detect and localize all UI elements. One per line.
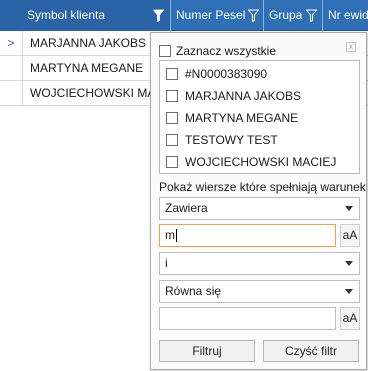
chevron-down-icon	[345, 261, 353, 266]
operator1-dropdown[interactable]: Zawiera	[159, 197, 360, 220]
logic-operator-dropdown[interactable]: i	[159, 252, 360, 275]
checkbox[interactable]	[166, 111, 178, 124]
checkbox[interactable]	[159, 44, 171, 57]
list-item[interactable]: TESTOWY TEST	[166, 130, 278, 150]
cell-symbol[interactable]: MARTYNA MEGANE	[24, 56, 150, 81]
column-filter-popup: Zaznacz wszystkie x #N0000383090 MARJANN…	[150, 32, 367, 370]
chevron-down-icon	[345, 289, 353, 294]
cell-symbol[interactable]: WOJCIECHOWSKI MACI	[24, 81, 150, 106]
column-header-numer-pesel[interactable]: Numer Pesel	[170, 0, 263, 31]
value1-text: m	[165, 228, 175, 242]
value1-input[interactable]: m	[159, 224, 336, 247]
list-item-label: WOJCIECHOWSKI MACIEJ	[185, 155, 337, 169]
column-header-label: Numer Pesel	[176, 8, 246, 22]
column-header-label: Nr ewid	[328, 8, 368, 22]
row-indicator	[0, 81, 23, 106]
list-item[interactable]: #N0000383090	[166, 64, 267, 84]
list-item-label: TESTOWY TEST	[185, 133, 278, 147]
list-item-label: MARTYNA MEGANE	[185, 111, 299, 125]
column-header-label: Symbol klienta	[27, 8, 106, 22]
checkbox[interactable]	[166, 155, 178, 168]
column-header-symbol-klienta[interactable]: Symbol klienta	[0, 0, 170, 31]
filter-active-icon[interactable]	[153, 9, 164, 22]
checkbox[interactable]	[166, 133, 178, 146]
grid-header: Symbol klienta Numer Pesel Grupa Nr ewid	[0, 0, 368, 31]
select-all-checkbox[interactable]: Zaznacz wszystkie	[159, 44, 276, 58]
list-item[interactable]: MARTYNA MEGANE	[166, 108, 298, 128]
filter-button[interactable]: Filtruj	[159, 340, 255, 362]
cell-symbol[interactable]: MARJANNA JAKOBS	[24, 31, 150, 56]
filter-icon[interactable]	[306, 9, 317, 22]
text-caret	[176, 229, 177, 243]
chevron-down-icon	[345, 206, 353, 211]
row-indicator	[0, 56, 23, 81]
list-item-label: MARJANNA JAKOBS	[185, 89, 302, 103]
match-case-button-2[interactable]: aA	[340, 307, 360, 330]
list-item[interactable]: MARJANNA JAKOBS	[166, 86, 301, 106]
column-header-label: Grupa	[269, 8, 303, 22]
operator2-value: Równa się	[165, 284, 222, 298]
checkbox[interactable]	[166, 89, 178, 102]
clear-filter-button[interactable]: Czyść filtr	[263, 340, 359, 362]
operator1-value: Zawiera	[165, 201, 208, 215]
distinct-values-list: #N0000383090 MARJANNA JAKOBS MARTYNA MEG…	[159, 60, 360, 174]
column-header-nr-ewid[interactable]: Nr ewid	[322, 0, 368, 31]
match-case-button-1[interactable]: aA	[340, 224, 360, 247]
operator2-dropdown[interactable]: Równa się	[159, 280, 360, 303]
select-all-label: Zaznacz wszystkie	[176, 44, 277, 58]
value2-input[interactable]	[159, 307, 336, 330]
list-item-label: #N0000383090	[185, 67, 268, 81]
list-item[interactable]: WOJCIECHOWSKI MACIEJ	[166, 152, 336, 172]
current-row-indicator: >	[0, 31, 23, 56]
column-header-grupa[interactable]: Grupa	[263, 0, 322, 31]
checkbox[interactable]	[166, 67, 178, 80]
close-icon[interactable]: x	[346, 42, 356, 52]
condition-label: Pokaż wiersze które spełniają warunek	[159, 180, 366, 194]
logic-operator-value: i	[165, 256, 168, 270]
filter-icon[interactable]	[248, 9, 259, 22]
